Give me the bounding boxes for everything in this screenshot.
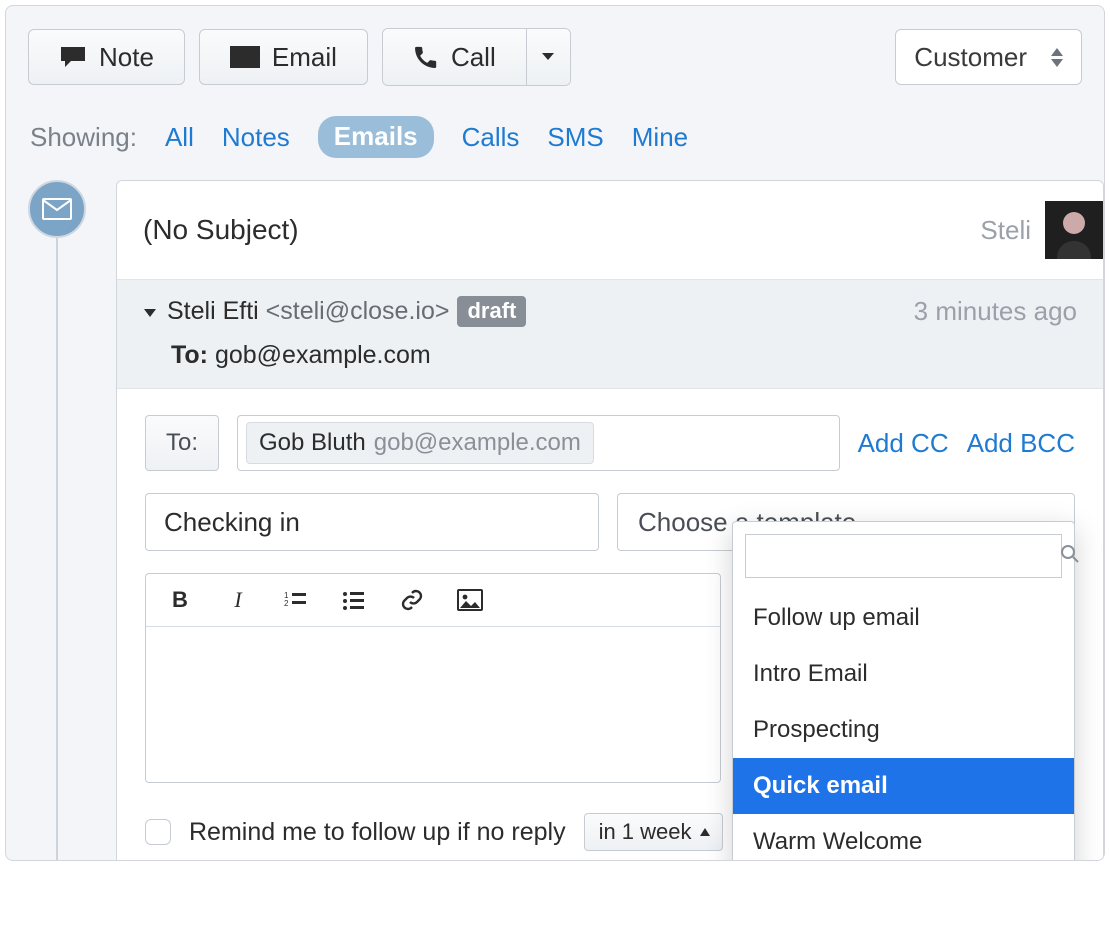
note-button[interactable]: Note (28, 29, 185, 85)
call-button-label: Call (451, 42, 496, 73)
italic-button[interactable]: I (224, 586, 252, 614)
triangle-down-icon (143, 307, 157, 319)
bold-button[interactable]: B (166, 586, 194, 614)
sort-arrows-icon (1051, 48, 1063, 67)
recipient-input[interactable]: Gob Bluth gob@example.com (237, 415, 840, 471)
editor-toolbar: B I 12 (146, 574, 720, 627)
filter-emails[interactable]: Emails (318, 116, 434, 158)
filter-all[interactable]: All (165, 122, 194, 153)
card-to-label: To: (171, 341, 208, 369)
filter-sms[interactable]: SMS (547, 122, 603, 153)
to-field-label[interactable]: To: (145, 415, 219, 471)
template-item[interactable]: Follow up email (733, 590, 1074, 646)
filter-label: Showing: (30, 122, 137, 153)
followup-label: Remind me to follow up if no reply (189, 818, 566, 847)
template-dropdown: Follow up email Intro Email Prospecting … (732, 521, 1075, 861)
svg-text:2: 2 (284, 599, 289, 608)
followup-interval-value: in 1 week (599, 819, 692, 845)
card-author: Steli (980, 215, 1045, 246)
card-to-value: gob@example.com (215, 341, 431, 369)
template-search-input[interactable] (758, 542, 1050, 570)
filter-row: Showing: All Notes Emails Calls SMS Mine (6, 86, 1104, 180)
editor: B I 12 (145, 573, 721, 783)
phone-icon (413, 44, 439, 70)
editor-body[interactable] (146, 627, 720, 782)
ordered-list-button[interactable]: 12 (282, 586, 310, 614)
followup-checkbox[interactable] (145, 819, 171, 845)
filter-notes[interactable]: Notes (222, 122, 290, 153)
triangle-up-icon (700, 828, 710, 836)
status-badge: draft (457, 296, 526, 327)
customer-select[interactable]: Customer (895, 29, 1082, 85)
card-meta: Steli Efti <steli@close.io> draft 3 minu… (117, 279, 1103, 388)
subject-input[interactable] (145, 493, 599, 551)
template-item[interactable]: Prospecting (733, 702, 1074, 758)
filter-calls[interactable]: Calls (462, 122, 520, 153)
add-bcc-link[interactable]: Add BCC (967, 428, 1075, 459)
card-from-name: Steli Efti (167, 297, 259, 325)
card-to-line: To: gob@example.com (143, 341, 1077, 370)
card-subject: (No Subject) (143, 214, 299, 246)
customer-select-label: Customer (914, 42, 1027, 73)
unordered-list-button[interactable] (340, 586, 368, 614)
card-header: (No Subject) Steli (117, 181, 1103, 279)
card-timestamp: 3 minutes ago (914, 296, 1077, 327)
followup-interval-select[interactable]: in 1 week (584, 813, 723, 851)
timeline-line (56, 238, 58, 861)
template-search[interactable] (745, 534, 1062, 578)
call-dropdown-toggle[interactable] (526, 29, 570, 85)
call-button[interactable]: Call (383, 29, 526, 85)
recipient-chip[interactable]: Gob Bluth gob@example.com (246, 422, 594, 464)
timeline-email-icon (28, 180, 86, 238)
filter-mine[interactable]: Mine (632, 122, 688, 153)
chevron-down-icon (541, 52, 555, 62)
expand-toggle[interactable] (143, 297, 157, 326)
card-from-email: <steli@close.io> (266, 297, 450, 325)
note-icon (59, 45, 87, 69)
email-button-label: Email (272, 42, 337, 73)
template-item[interactable]: Warm Welcome (733, 814, 1074, 861)
image-button[interactable] (456, 586, 484, 614)
recipient-chip-name: Gob Bluth (259, 429, 366, 457)
link-button[interactable] (398, 586, 426, 614)
note-button-label: Note (99, 42, 154, 73)
toolbar: Note Email Call Customer (6, 6, 1104, 86)
call-button-group: Call (382, 28, 571, 86)
template-item[interactable]: Intro Email (733, 646, 1074, 702)
avatar (1045, 201, 1103, 259)
envelope-icon (230, 46, 260, 68)
template-item[interactable]: Quick email (733, 758, 1074, 814)
add-cc-link[interactable]: Add CC (858, 428, 949, 459)
recipient-chip-email: gob@example.com (374, 429, 581, 457)
email-button[interactable]: Email (199, 29, 368, 85)
card-from: Steli Efti <steli@close.io> (167, 297, 449, 326)
search-icon (1060, 544, 1080, 569)
